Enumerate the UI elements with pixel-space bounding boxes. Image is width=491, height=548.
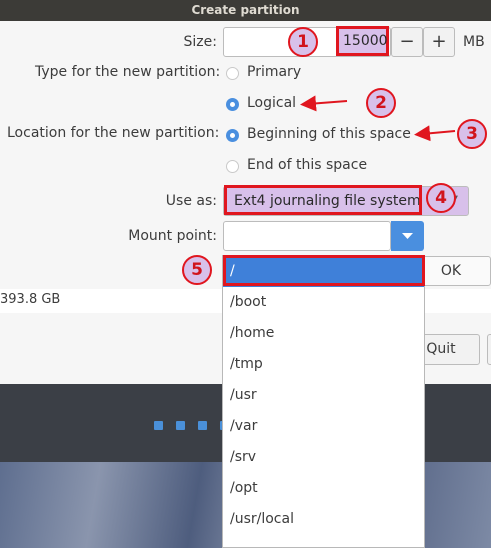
annotation-badge-2: 2 (366, 88, 396, 118)
annotation-badge-5: 5 (182, 255, 212, 285)
annotation-badge-3: 3 (457, 119, 487, 149)
arrow-logical (300, 95, 348, 112)
arrow-beginning (414, 125, 456, 142)
annotation-arrows (300, 95, 456, 142)
annotation-badge-4: 4 (426, 183, 456, 213)
annotation-badge-1: 1 (288, 27, 318, 57)
